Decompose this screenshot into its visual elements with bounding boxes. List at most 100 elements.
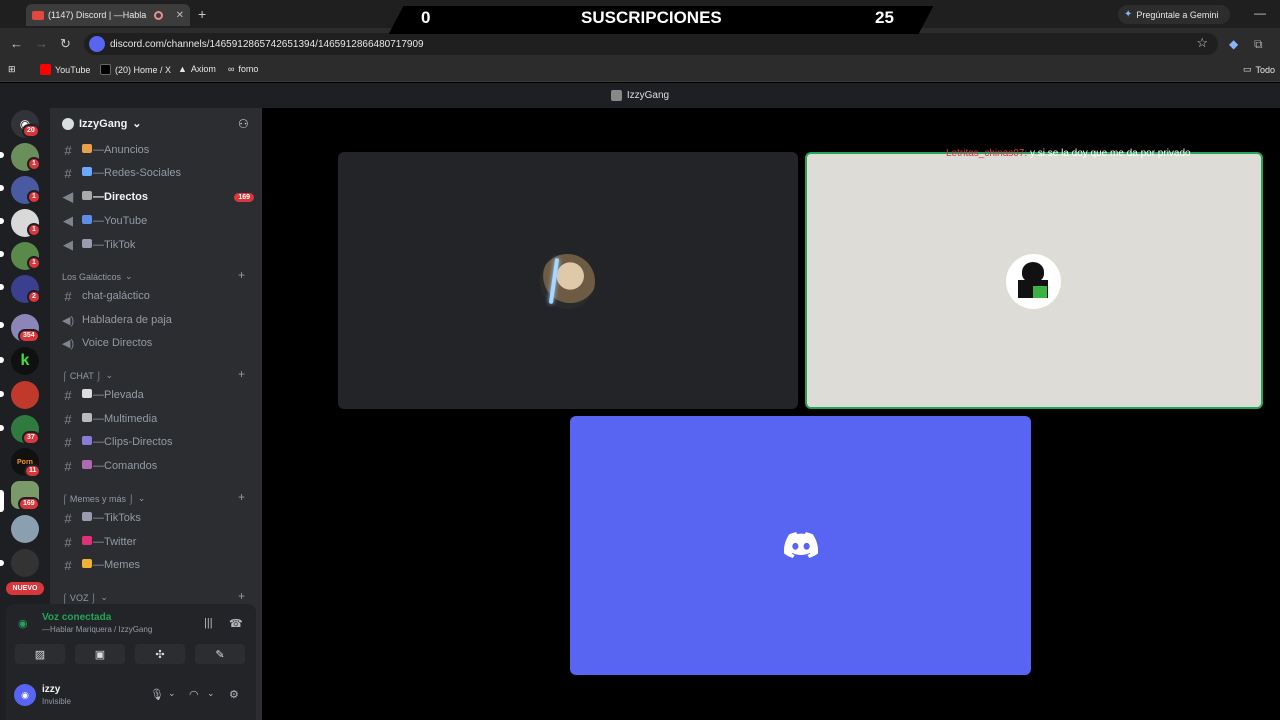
activities-button[interactable]: ✣ xyxy=(135,644,185,664)
bookmark-axiom[interactable]: ▲ Axiom xyxy=(178,64,216,74)
headphones-icon[interactable]: ◠ xyxy=(189,688,199,701)
bookmark-fomo[interactable]: ∞ fomo xyxy=(228,64,258,74)
channel-label: —Directos xyxy=(93,191,149,203)
category-voz[interactable]: ⌠ VOZ ⌡ ⌄ xyxy=(62,592,108,603)
noise-suppression-icon[interactable]: ||| xyxy=(204,617,213,629)
emoji-icon xyxy=(82,167,92,176)
bookmark-star-icon[interactable]: ☆ xyxy=(1196,35,1208,51)
channel-multimedia[interactable]: # —Multimedia xyxy=(62,409,254,429)
gemini-button[interactable]: ✦ Pregúntale a Gemini xyxy=(1118,5,1230,24)
hashtag-icon: # xyxy=(64,557,72,573)
emoji-icon xyxy=(82,239,92,248)
disconnect-icon[interactable]: ☎ xyxy=(229,617,243,630)
bookmark-x[interactable]: (20) Home / X xyxy=(100,64,171,75)
overlay-title: SUSCRIPCIONES xyxy=(581,8,722,27)
extension-icon[interactable]: ◆ xyxy=(1229,37,1238,51)
gemini-label: Pregúntale a Gemini xyxy=(1136,9,1219,20)
channel-label: —Twitter xyxy=(93,536,137,548)
category-label: Los Galácticos xyxy=(62,271,122,282)
recording-icon xyxy=(154,10,164,20)
chevron-down-icon: ⌄ xyxy=(125,271,133,281)
camera-off-button[interactable]: ▨ xyxy=(15,644,65,664)
bookmark-youtube[interactable]: YouTube xyxy=(40,64,90,75)
youtube-icon xyxy=(40,64,51,75)
avatar[interactable]: ◉ xyxy=(14,684,36,706)
x-icon xyxy=(100,64,111,75)
channel-label: chat-galáctico xyxy=(82,290,150,302)
server-badge: 169 xyxy=(18,497,40,511)
guild-header[interactable]: IzzyGang ⌄ xyxy=(62,117,142,130)
microphone-icon[interactable]: 🎙 xyxy=(150,688,164,701)
add-channel-icon[interactable]: + xyxy=(238,367,245,381)
username[interactable]: izzy xyxy=(42,684,60,695)
channel-comandos[interactable]: # —Comandos xyxy=(62,456,254,476)
server-icon[interactable] xyxy=(11,515,39,543)
emoji-icon xyxy=(82,536,92,545)
server-icon[interactable] xyxy=(11,381,39,409)
invite-people-icon[interactable]: ⚇ xyxy=(238,117,249,131)
channel-plevada[interactable]: # —Plevada xyxy=(62,385,254,405)
screen-share-button[interactable]: ▣ xyxy=(75,644,125,664)
hashtag-icon: # xyxy=(64,165,72,181)
settings-gear-icon[interactable]: ⚙ xyxy=(229,688,239,701)
new-tab-button[interactable]: + xyxy=(198,6,206,22)
channel-anuncios[interactable]: # —Anuncios xyxy=(62,140,254,160)
megaphone-icon: ◀ xyxy=(63,237,73,252)
discord-title-bar: IzzyGang xyxy=(0,83,1280,108)
channel-chat-galactico[interactable]: # chat-galáctico xyxy=(62,286,254,306)
voice-status[interactable]: Voz conectada xyxy=(42,612,111,623)
channel-redes-sociales[interactable]: # —Redes-Sociales xyxy=(62,163,254,183)
channel-directos[interactable]: ◀ —Directos 169 xyxy=(62,187,254,207)
minimize-button[interactable]: — xyxy=(1254,6,1266,20)
category-chat[interactable]: ⌠ CHAT ⌡ ⌄ xyxy=(62,370,113,381)
extensions-puzzle-icon[interactable]: ⧉ xyxy=(1254,37,1263,52)
apps-grid-icon[interactable]: ⊞ xyxy=(8,64,16,75)
chevron-down-icon[interactable]: ⌄ xyxy=(168,688,176,699)
folder-label: Todo xyxy=(1255,64,1276,75)
emoji-icon xyxy=(82,144,92,153)
channel-label: —YouTube xyxy=(93,215,148,227)
gemini-icon: ✦ xyxy=(1124,9,1133,20)
server-badge: 1 xyxy=(27,190,41,204)
overlay-left-count: 0 xyxy=(421,8,431,27)
voice-channel-habladera[interactable]: ◀) Habladera de paja xyxy=(62,310,254,330)
close-tab-icon[interactable]: ✕ xyxy=(176,10,184,21)
channel-label: —Anuncios xyxy=(93,144,150,156)
add-channel-icon[interactable]: + xyxy=(238,490,245,504)
server-badge: 1 xyxy=(27,157,41,171)
add-channel-icon[interactable]: + xyxy=(238,589,245,603)
channel-tiktok[interactable]: ◀ —TikTok xyxy=(62,235,254,255)
channel-label: —TikToks xyxy=(93,512,141,524)
forward-icon[interactable]: → xyxy=(35,36,48,51)
category-label: ⌠ Memes y más ⌡ xyxy=(62,493,134,504)
site-info-icon[interactable] xyxy=(89,36,105,52)
browser-tab[interactable]: (1147) Discord | —Habla ✕ xyxy=(26,4,190,26)
url-bar[interactable]: discord.com/channels/1465912865742651394… xyxy=(84,33,1218,55)
emoji-icon xyxy=(82,389,92,398)
soundboard-button[interactable]: ✎ xyxy=(195,644,245,664)
server-icon[interactable] xyxy=(11,549,39,577)
speaker-icon: ◀) xyxy=(62,314,75,327)
category-galacticos[interactable]: Los Galácticos ⌄ xyxy=(62,271,133,282)
category-memes[interactable]: ⌠ Memes y más ⌡ ⌄ xyxy=(62,493,145,504)
signal-icon: ◉ xyxy=(18,618,28,630)
channel-label: —Multimedia xyxy=(93,413,158,425)
bookmarks-folder[interactable]: ▭ Todo xyxy=(1243,64,1275,75)
add-channel-icon[interactable]: + xyxy=(238,268,245,282)
reload-icon[interactable]: ↻ xyxy=(60,36,71,52)
channel-clips-directos[interactable]: # —Clips-Directos xyxy=(62,432,254,452)
channel-memes[interactable]: # —Memes xyxy=(62,555,254,575)
channel-twitter[interactable]: # —Twitter xyxy=(62,532,254,552)
voice-location[interactable]: —Hablar Mariquera / IzzyGang xyxy=(42,625,152,634)
channel-tiktoks[interactable]: # —TikToks xyxy=(62,508,254,528)
server-badge: 1 xyxy=(27,223,41,237)
megaphone-icon: ◀ xyxy=(63,189,73,204)
voice-channel-directos[interactable]: ◀) Voice Directos xyxy=(62,333,254,353)
kick-server-icon[interactable]: k xyxy=(11,347,39,375)
discord-tab-icon xyxy=(32,10,44,20)
back-icon[interactable]: ← xyxy=(10,36,23,51)
guild-icon xyxy=(62,117,74,130)
channel-youtube[interactable]: ◀ —YouTube xyxy=(62,211,254,231)
chevron-down-icon[interactable]: ⌄ xyxy=(207,688,215,699)
chevron-down-icon: ⌄ xyxy=(137,493,146,503)
